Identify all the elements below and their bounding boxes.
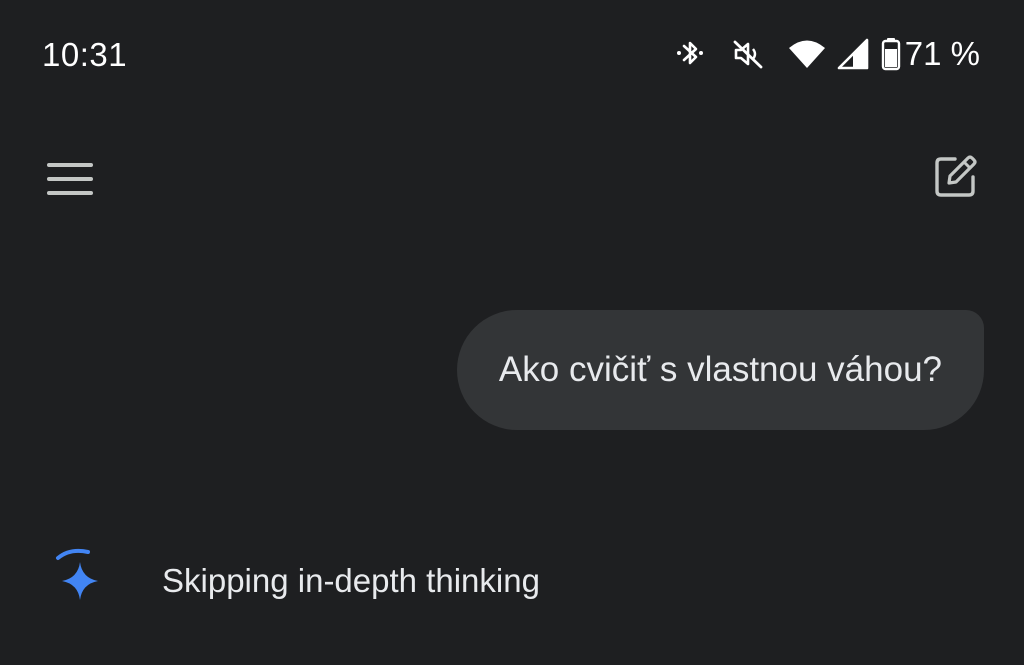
app-bar <box>0 140 1024 220</box>
user-message-bubble: Ako cvičiť s vlastnou váhou? <box>456 310 984 430</box>
status-icons: 71 % <box>675 35 980 72</box>
cell-signal-icon <box>837 37 869 71</box>
battery-percent: 71 % <box>904 35 980 72</box>
battery-icon <box>881 37 901 71</box>
vibrate-mute-icon <box>731 37 765 71</box>
thinking-status-text: Skipping in-depth thinking <box>162 562 540 599</box>
wifi-icon <box>787 37 827 71</box>
edit-pencil-icon <box>933 153 979 204</box>
bluetooth-icon <box>675 37 705 71</box>
new-chat-button[interactable] <box>928 150 984 206</box>
user-message-text: Ako cvičiť s vlastnou váhou? <box>498 350 942 389</box>
menu-button[interactable] <box>40 156 100 206</box>
clock: 10:31 <box>42 36 128 73</box>
hamburger-menu-icon <box>47 162 93 201</box>
status-bar: 10:31 71 % <box>0 0 1024 110</box>
gemini-spark-icon <box>52 540 112 610</box>
model-response-row: Skipping in-depth thinking <box>40 530 940 630</box>
